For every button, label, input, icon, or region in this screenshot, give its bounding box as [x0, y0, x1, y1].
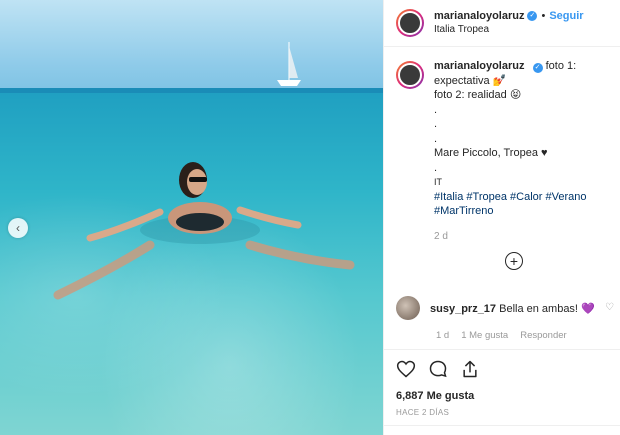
- post-header: marianaloyolaruz ✓ • Seguir Italia Trope…: [384, 0, 620, 47]
- post-date[interactable]: HACE 2 DÍAS: [396, 408, 609, 417]
- verified-badge-icon: ✓: [532, 63, 543, 73]
- plus-icon: +: [509, 253, 519, 269]
- verified-badge-icon: ✓: [527, 11, 538, 21]
- comment: susy_prz_17 Bella en ambas! 💜 1 d 1 Me g…: [396, 296, 616, 341]
- author-username[interactable]: marianaloyolaruz: [434, 9, 524, 23]
- swimmer: [53, 162, 355, 300]
- caption-avatar[interactable]: [396, 61, 424, 89]
- caption-lang: IT: [434, 177, 442, 187]
- comment-text: Bella en ambas!: [499, 302, 578, 315]
- avatar[interactable]: [396, 9, 424, 37]
- hashtags[interactable]: #MarTirreno: [434, 204, 604, 219]
- follow-button[interactable]: Seguir: [549, 9, 583, 23]
- reply-button[interactable]: Responder: [520, 330, 566, 341]
- location-link[interactable]: Italia Tropea: [434, 23, 584, 37]
- caption-dot: .: [434, 132, 438, 145]
- horizon: [0, 88, 383, 93]
- post-panel: marianaloyolaruz ✓ • Seguir Italia Trope…: [383, 0, 620, 435]
- purple-heart-emoji: 💜: [581, 302, 595, 315]
- caption-dot: .: [434, 103, 438, 116]
- caption-dot: .: [434, 118, 438, 130]
- sky: [0, 0, 383, 92]
- add-comment-bar[interactable]: [384, 425, 620, 435]
- heart-icon[interactable]: [396, 359, 416, 379]
- caption-time[interactable]: 2 d: [434, 230, 604, 245]
- share-icon[interactable]: [460, 359, 480, 379]
- separator-dot: •: [541, 10, 546, 22]
- load-more-comments-button[interactable]: +: [505, 252, 523, 270]
- commenter-username[interactable]: susy_prz_17: [430, 303, 496, 315]
- comment-heart-icon[interactable]: ♡: [605, 302, 614, 313]
- chevron-left-icon: ‹: [16, 221, 20, 235]
- comment-icon[interactable]: [428, 359, 448, 379]
- commenter-avatar[interactable]: [396, 296, 420, 320]
- comment-likes[interactable]: 1 Me gusta: [461, 330, 508, 341]
- caption-username[interactable]: marianaloyolaruz: [434, 60, 524, 72]
- like-count[interactable]: 6,887 Me gusta: [396, 390, 609, 402]
- caption-dot: .: [434, 161, 438, 174]
- caption-place: Mare Piccolo, Tropea ♥: [434, 147, 548, 159]
- previous-photo-button[interactable]: ‹: [8, 218, 28, 238]
- post-photo[interactable]: ‹: [0, 0, 383, 435]
- hashtags[interactable]: #Italia #Tropea #Calor #Verano: [434, 190, 604, 205]
- comment-time[interactable]: 1 d: [436, 330, 449, 341]
- caption-line-2: foto 2: realidad 😝: [434, 89, 522, 101]
- boat: [277, 42, 301, 86]
- post-actions: 6,887 Me gusta HACE 2 DÍAS: [384, 349, 620, 417]
- caption: marianaloyolaruz ✓ foto 1: expectativa 💅…: [384, 47, 620, 281]
